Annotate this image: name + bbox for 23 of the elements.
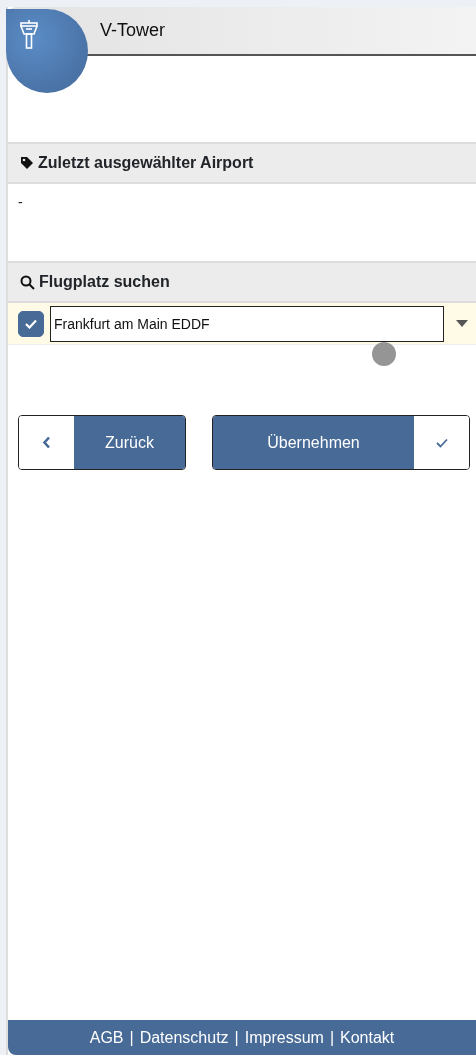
app-title: V-Tower <box>100 19 166 42</box>
footer-link[interactable]: Datenschutz <box>139 1025 229 1050</box>
touch-indicator <box>372 342 396 366</box>
section-title: Zuletzt ausgewählter Airport <box>38 153 254 173</box>
link-separator: | <box>329 1027 335 1048</box>
tag-icon <box>20 156 34 170</box>
footer-link[interactable]: Impressum <box>244 1025 324 1050</box>
chevron-left-icon <box>42 436 51 449</box>
back-button[interactable]: Zurück <box>18 415 186 470</box>
tower-icon <box>20 19 38 49</box>
apply-button[interactable]: Übernehmen <box>212 415 470 470</box>
footer-link[interactable]: AGB <box>89 1025 124 1050</box>
dropdown-caret-icon[interactable] <box>456 320 468 327</box>
checkmark-icon <box>435 437 448 448</box>
link-separator: | <box>234 1027 239 1048</box>
footer-link[interactable]: Kontakt <box>340 1025 395 1050</box>
checkmark-icon <box>25 318 37 329</box>
checkbox[interactable] <box>18 310 44 337</box>
airport-search-field[interactable]: Frankfurt am Main EDDF <box>50 305 444 342</box>
airport-value: - <box>18 193 23 212</box>
link-separator: | <box>129 1027 134 1048</box>
search-icon <box>20 274 35 290</box>
section-title: Flugplatz suchen <box>39 272 170 292</box>
